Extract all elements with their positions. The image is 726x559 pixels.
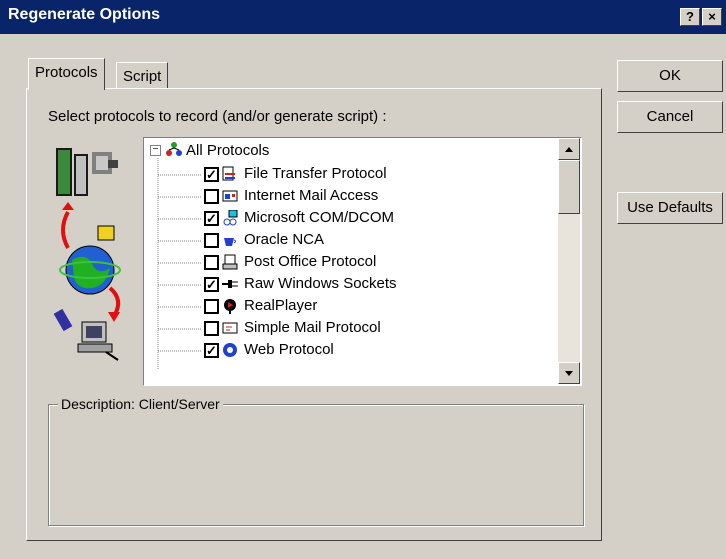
item-label: Internet Mail Access [244,187,379,204]
close-button[interactable]: × [702,8,722,26]
use-defaults-button[interactable]: Use Defaults [617,192,723,224]
checkbox-ftp[interactable]: ✓ [204,167,219,182]
item-label: Web Protocol [244,341,334,358]
description-label: Description: Client/Server [58,396,223,412]
scroll-down-button[interactable] [558,362,580,384]
ftp-icon [222,166,235,181]
checkbox-com[interactable]: ✓ [204,211,219,226]
mail-icon [222,190,238,202]
checkbox-smtp[interactable] [204,321,219,336]
ok-button[interactable]: OK [617,60,723,92]
window-title: Regenerate Options [8,6,161,23]
tab-script-label: Script [123,68,162,85]
item-label: Raw Windows Sockets [244,275,397,292]
arrow-icon [61,211,70,249]
all-protocols-icon [166,142,182,156]
item-label: Microsoft COM/DCOM [244,209,394,226]
web-icon [223,343,237,357]
socket-icon [222,280,238,288]
title-bar: Regenerate Options ? × [0,0,726,34]
checkbox-imap[interactable] [204,189,219,204]
tab-protocols[interactable]: Protocols [28,58,105,90]
item-label: Post Office Protocol [244,253,377,270]
checkbox-pop[interactable] [204,255,219,270]
instruction-text: Select protocols to record (and/or gener… [48,108,387,125]
post-office-icon [222,254,238,270]
item-label: Simple Mail Protocol [244,319,381,336]
checkbox-web[interactable]: ✓ [204,343,219,358]
checkbox-realplayer[interactable] [204,299,219,314]
scroll-thumb[interactable] [558,160,580,214]
description-group [48,404,584,526]
envelope-icon [222,322,238,334]
arrow-up-icon [565,147,573,152]
collapse-icon[interactable]: − [150,145,161,156]
arrow-down-icon [565,371,573,376]
tree-root-label: All Protocols [186,142,270,159]
checkbox-oracle[interactable] [204,233,219,248]
server-icon [56,148,118,196]
cancel-button[interactable]: Cancel [617,101,723,133]
phone-icon [53,308,73,332]
item-label: RealPlayer [244,297,318,314]
tree-lines [157,158,202,370]
realplayer-icon [224,299,236,314]
tab-protocols-label: Protocols [35,64,98,81]
use-defaults-label: Use Defaults [627,199,713,216]
protocol-tree[interactable]: − All Protocols ✓ File Transfer Protocol… [143,137,582,386]
help-button[interactable]: ? [680,8,700,26]
key-icon [97,225,115,241]
tab-script[interactable]: Script [116,62,169,88]
cup-icon [224,238,236,246]
com-icon [223,210,238,226]
tree-scrollbar[interactable] [558,138,580,384]
scroll-up-button[interactable] [558,138,580,160]
checkbox-sockets[interactable]: ✓ [204,277,219,292]
item-label: File Transfer Protocol [244,165,387,182]
item-label: Oracle NCA [244,231,325,248]
client-server-illustration [53,148,121,361]
